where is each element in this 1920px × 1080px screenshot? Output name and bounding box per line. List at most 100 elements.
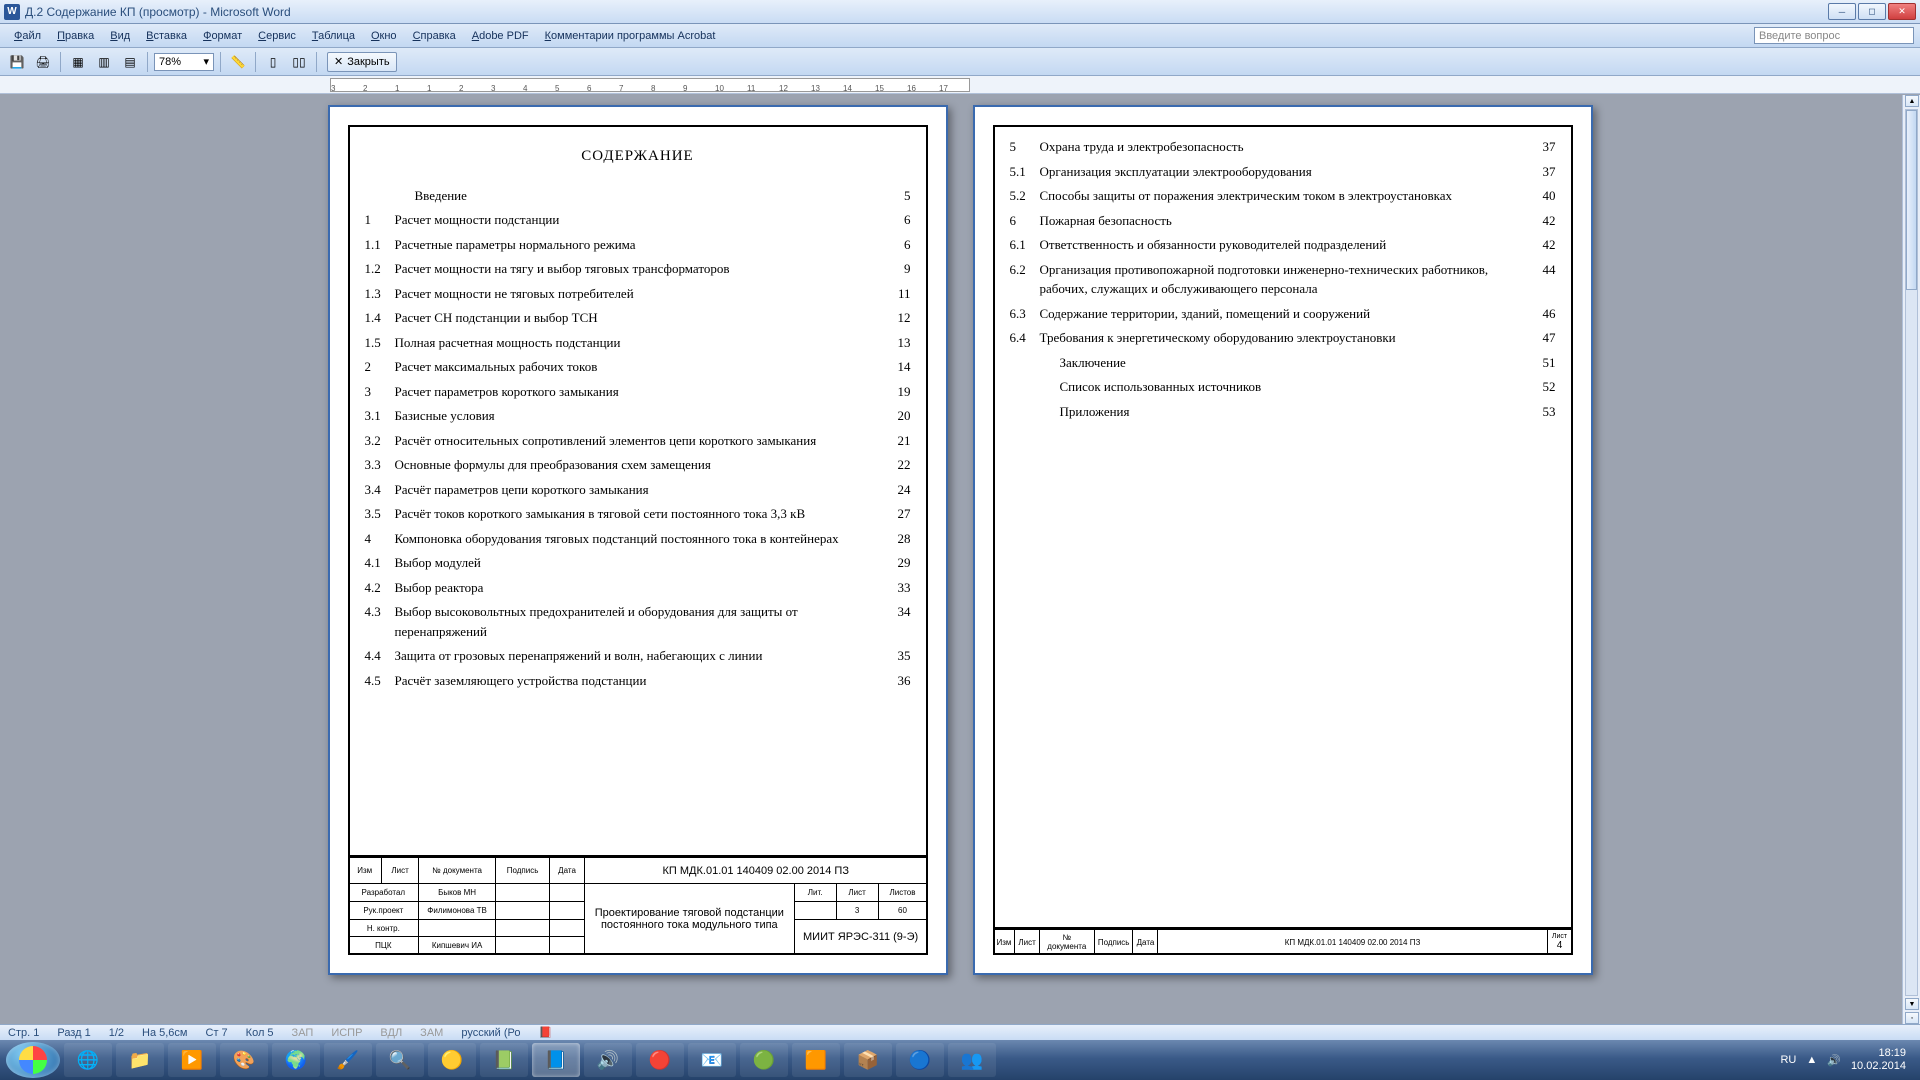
toc-row: 6.1Ответственность и обязанности руковод…	[1010, 235, 1556, 255]
toc-row: 6.4Требования к энергетическому оборудов…	[1010, 328, 1556, 348]
chrome-icon[interactable]: 🟡	[428, 1043, 476, 1077]
toc-row: Список использованных источников52	[1010, 377, 1556, 397]
taskbar: 🌐 📁 ▶️ 🎨 🌍 🖌️ 🔍 🟡 📗 📘 🔊 🔴 📧 🟢 🟧 📦 🔵 👥 RU…	[0, 1040, 1920, 1080]
maximize-button[interactable]: ◻	[1858, 3, 1886, 20]
titlebar: W Д.2 Содержание КП (просмотр) - Microso…	[0, 0, 1920, 24]
zoom-select[interactable]: 78%▾	[154, 53, 214, 71]
print-icon[interactable]: 🖨	[32, 51, 54, 73]
app-icon[interactable]: 📦	[844, 1043, 892, 1077]
word-icon: W	[4, 4, 20, 20]
toc-row: 6.2Организация противопожарной подготовк…	[1010, 260, 1556, 299]
toc-row: 2Расчет максимальных рабочих токов14	[365, 357, 911, 377]
mail-icon[interactable]: 📧	[688, 1043, 736, 1077]
help-question-input[interactable]: Введите вопрос	[1754, 27, 1914, 44]
close-button[interactable]: ✕	[1888, 3, 1916, 20]
status-page: Стр. 1	[8, 1027, 39, 1039]
menu-item[interactable]: Сервис	[250, 27, 304, 45]
toc-row: Приложения53	[1010, 402, 1556, 422]
document-area[interactable]: СОДЕРЖАНИЕ Введение5 1Расчет мощности под…	[0, 95, 1920, 1040]
toc-row: 3.4Расчёт параметров цепи короткого замы…	[365, 480, 911, 500]
toc-row: 1.5Полная расчетная мощность подстанции1…	[365, 333, 911, 353]
app-icon[interactable]: 🌍	[272, 1043, 320, 1077]
status-at: На 5,6см	[142, 1027, 187, 1039]
toc-row: 4.5Расчёт заземляющего устройства подста…	[365, 671, 911, 691]
toc-row: 3.5Расчёт токов короткого замыкания в тя…	[365, 504, 911, 524]
minimize-button[interactable]: ─	[1828, 3, 1856, 20]
start-button[interactable]	[6, 1042, 60, 1078]
status-pages: 1/2	[109, 1027, 124, 1039]
menu-item[interactable]: Комментарии программы Acrobat	[537, 27, 724, 45]
word-icon[interactable]: 📘	[532, 1043, 580, 1077]
menu-item[interactable]: Правка	[49, 27, 102, 45]
tray-flag-icon: ▲	[1806, 1054, 1817, 1066]
toc-row: 4.1Выбор модулей29	[365, 553, 911, 573]
toc-row: 1.4Расчет СН подстанции и выбор ТСН12	[365, 308, 911, 328]
toc-row: Введение5	[365, 186, 911, 206]
onepage-icon[interactable]: ▯	[262, 51, 284, 73]
title-block-small: Изм Лист № документа Подпись Дата КП МДК…	[993, 927, 1573, 955]
menu-item[interactable]: Файл	[6, 27, 49, 45]
menu-item[interactable]: Вид	[102, 27, 138, 45]
status-lang: русский (Ро	[461, 1027, 520, 1039]
status-line: Ст 7	[206, 1027, 228, 1039]
toc-row: 4.3Выбор высоковольтных предохранителей …	[365, 602, 911, 641]
skype-icon[interactable]: 🔵	[896, 1043, 944, 1077]
toc-row: 4.2Выбор реактора33	[365, 578, 911, 598]
toc-row: 3.2Расчёт относительных сопротивлений эл…	[365, 431, 911, 451]
menu-item[interactable]: Окно	[363, 27, 405, 45]
app-icon[interactable]: 👥	[948, 1043, 996, 1077]
excel-icon[interactable]: 📗	[480, 1043, 528, 1077]
explorer-icon[interactable]: 📁	[116, 1043, 164, 1077]
page-2: 5Охрана труда и электробезопасность37 5.1…	[973, 105, 1593, 975]
menu-item[interactable]: Таблица	[304, 27, 363, 45]
app-icon[interactable]: 🖌️	[324, 1043, 372, 1077]
toolbar: 💾 🖨 ▦ ▥ ▤ 78%▾ 📏 ▯ ▯▯ ✕ Закрыть	[0, 48, 1920, 76]
system-tray[interactable]: RU ▲ 🔊 18:1910.02.2014	[1780, 1047, 1914, 1073]
status-col: Кол 5	[246, 1027, 274, 1039]
app-icon[interactable]: 🎨	[220, 1043, 268, 1077]
app-icon[interactable]: 🔊	[584, 1043, 632, 1077]
toc-row: 6Пожарная безопасность42	[1010, 211, 1556, 231]
tray-lang: RU	[1780, 1054, 1796, 1066]
toc-row: 5.1Организация эксплуатации электрообору…	[1010, 162, 1556, 182]
ruler-icon[interactable]: 📏	[227, 51, 249, 73]
toc-row: 1.3Расчет мощности не тяговых потребител…	[365, 284, 911, 304]
status-bar: Стр. 1 Разд 1 1/2 На 5,6см Ст 7 Кол 5 ЗА…	[0, 1024, 1920, 1040]
toc-row: 3.1Базисные условия20	[365, 406, 911, 426]
menu-item[interactable]: Adobe PDF	[464, 27, 537, 45]
menu-item[interactable]: Справка	[405, 27, 464, 45]
toc-row: 1.2Расчет мощности на тягу и выбор тягов…	[365, 259, 911, 279]
app-icon[interactable]: 🔍	[376, 1043, 424, 1077]
menu-item[interactable]: Формат	[195, 27, 250, 45]
status-section: Разд 1	[57, 1027, 90, 1039]
toc-row: 4Компоновка оборудования тяговых подстан…	[365, 529, 911, 549]
wmp-icon[interactable]: ▶️	[168, 1043, 216, 1077]
toc-row: 5.2Способы защиты от поражения электриче…	[1010, 186, 1556, 206]
page-1: СОДЕРЖАНИЕ Введение5 1Расчет мощности под…	[328, 105, 948, 975]
toc-row: 6.3Содержание территории, зданий, помеще…	[1010, 304, 1556, 324]
toc-row: 5Охрана труда и электробезопасность37	[1010, 137, 1556, 157]
window-title: Д.2 Содержание КП (просмотр) - Microsoft…	[25, 5, 1828, 19]
menubar: ФайлПравкаВидВставкаФорматСервисТаблицаО…	[0, 24, 1920, 48]
toc-row: 4.4Защита от грозовых перенапряжений и в…	[365, 646, 911, 666]
close-preview-button[interactable]: ✕ Закрыть	[327, 52, 397, 72]
view3-icon[interactable]: ▤	[119, 51, 141, 73]
toc-title: СОДЕРЖАНИЕ	[365, 145, 911, 168]
toc-row: 3Расчет параметров короткого замыкания19	[365, 382, 911, 402]
view1-icon[interactable]: ▦	[67, 51, 89, 73]
multipage-icon[interactable]: ▯▯	[288, 51, 310, 73]
toc-row: 1Расчет мощности подстанции6	[365, 210, 911, 230]
opera-icon[interactable]: 🔴	[636, 1043, 684, 1077]
tray-sound-icon: 🔊	[1827, 1054, 1841, 1067]
save-icon[interactable]: 💾	[6, 51, 28, 73]
app-icon[interactable]: 🟢	[740, 1043, 788, 1077]
ruler: 3211234567891011121314151617	[0, 76, 1920, 94]
spellcheck-icon[interactable]: 📕	[539, 1026, 553, 1039]
menu-item[interactable]: Вставка	[138, 27, 195, 45]
ok-icon[interactable]: 🟧	[792, 1043, 840, 1077]
toc-row: 3.3Основные формулы для преобразования с…	[365, 455, 911, 475]
vertical-scrollbar[interactable]: ▲ ▼ ◦ ▼	[1902, 95, 1920, 1040]
toc-row: 1.1Расчетные параметры нормального режим…	[365, 235, 911, 255]
view2-icon[interactable]: ▥	[93, 51, 115, 73]
ie-icon[interactable]: 🌐	[64, 1043, 112, 1077]
